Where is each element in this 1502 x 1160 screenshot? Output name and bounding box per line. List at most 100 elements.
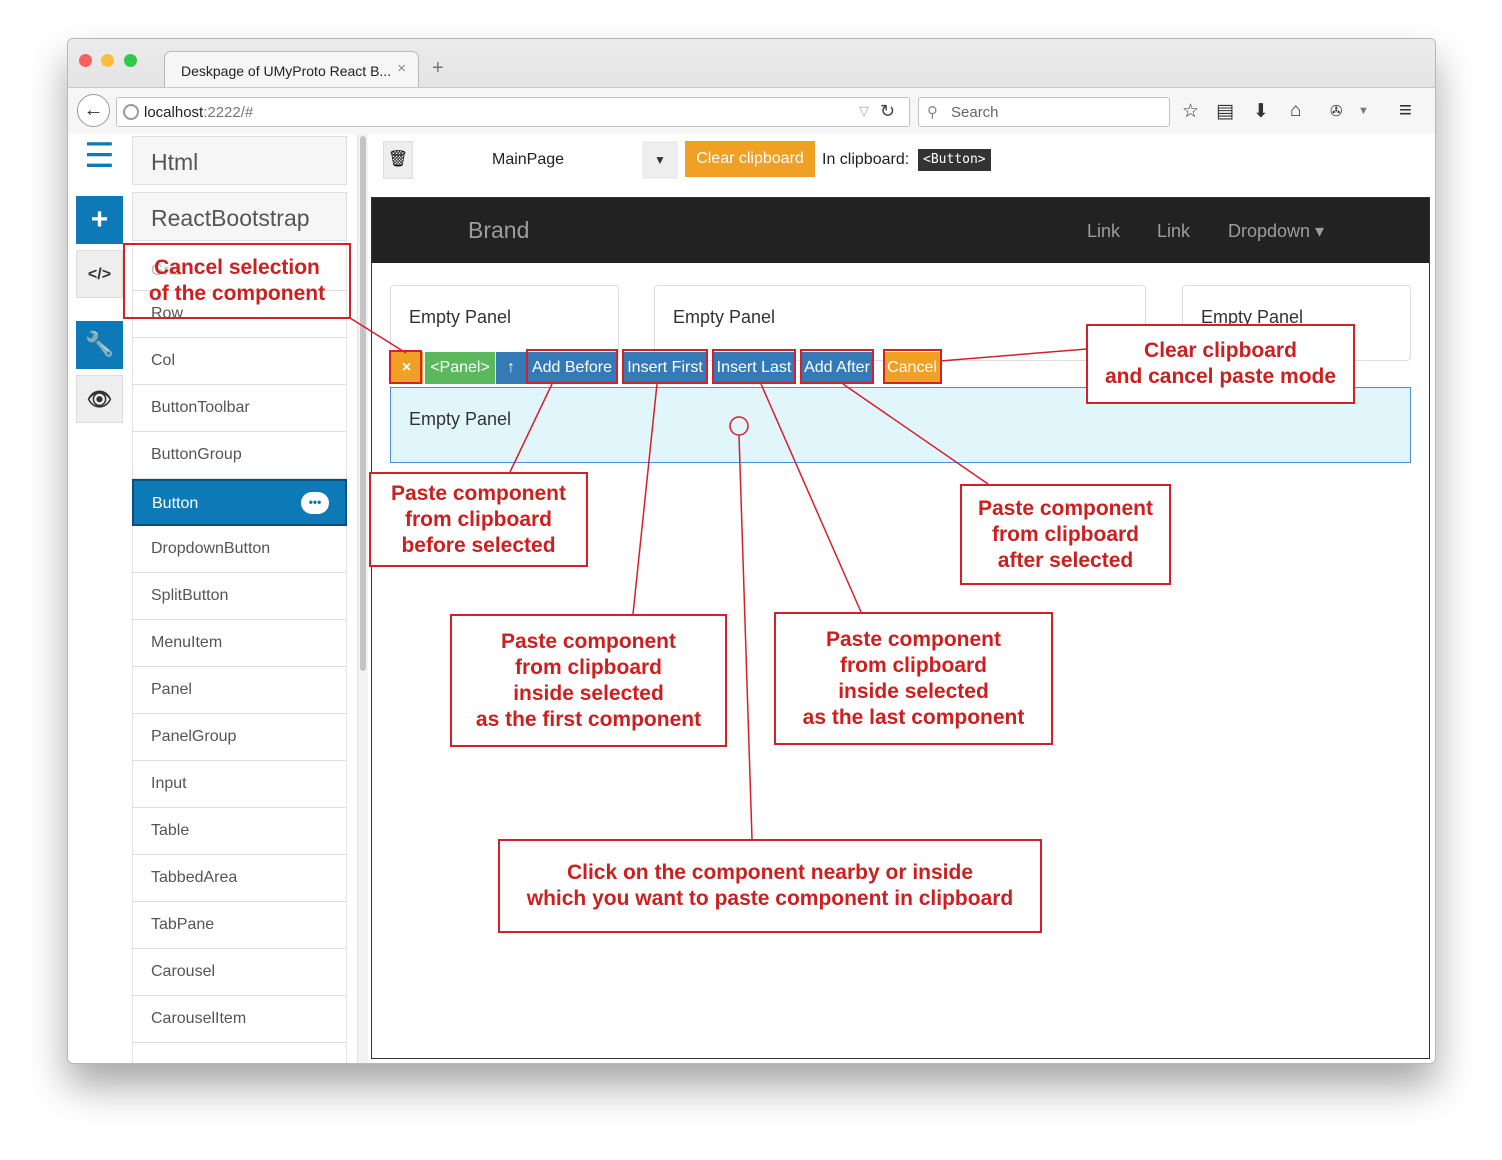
browser-tab[interactable]: Deskpage of UMyProto React B... × <box>164 51 419 87</box>
panel-title: Empty Panel <box>409 409 512 429</box>
plus-icon: + <box>90 203 109 236</box>
highlight-cancel-selection <box>389 350 422 384</box>
navbar-dropdown[interactable]: Dropdown ▾ <box>1228 221 1324 242</box>
category-reactbootstrap[interactable]: ReactBootstrap <box>132 192 347 241</box>
menu-icon[interactable]: ≡ <box>1399 97 1412 123</box>
callout-line: from clipboard <box>404 507 552 531</box>
new-tab-icon[interactable]: + <box>432 57 444 80</box>
highlight-add-before <box>526 349 618 384</box>
callout-line: as the first component <box>475 707 702 731</box>
callout-line: after selected <box>997 548 1134 572</box>
page-select[interactable]: MainPage ▼ <box>414 141 678 179</box>
category-label: ReactBootstrap <box>151 205 310 231</box>
callout-paste-after: Paste component from clipboard after sel… <box>960 484 1171 585</box>
callout-clear-clipboard: Clear clipboard and cancel paste mode <box>1086 324 1355 404</box>
source-code-button[interactable]: </> <box>76 250 123 298</box>
list-item-buttongroup[interactable]: ButtonGroup <box>132 432 347 479</box>
back-arrow-icon[interactable]: ← <box>77 94 110 127</box>
callout-line: which you want to paste component in cli… <box>526 887 1014 910</box>
list-item-button[interactable]: Button ••• <box>132 479 347 526</box>
callout-line: and cancel paste mode <box>1104 365 1337 388</box>
list-item-label: TabPane <box>151 916 215 933</box>
callout-line: Paste component <box>390 481 567 505</box>
preview-button[interactable]: 👁 <box>76 375 123 423</box>
reading-list-icon[interactable]: ▤ <box>1216 100 1234 123</box>
hamburger-icon: ☰ <box>84 137 115 175</box>
category-html[interactable]: Html <box>132 136 347 185</box>
eye-icon: 👁 <box>86 389 113 411</box>
list-item-tabbedarea[interactable]: TabbedArea <box>132 855 347 902</box>
list-item-label: SplitButton <box>151 587 229 604</box>
list-item-label: ButtonGroup <box>151 446 242 463</box>
callout-cancel-selection: Cancel selection of the component <box>123 243 351 319</box>
search-input[interactable]: ⚲ Search <box>918 97 1170 127</box>
url-field[interactable]: localhost:2222/# ▽ ↻ <box>116 97 910 127</box>
close-window-button[interactable] <box>79 54 92 67</box>
home-icon[interactable]: ⌂ <box>1290 100 1301 122</box>
list-item-label: PanelGroup <box>151 728 237 745</box>
globe-icon <box>123 104 139 120</box>
callout-line: inside selected <box>513 681 664 705</box>
search-placeholder: Search <box>951 104 999 121</box>
highlight-add-after <box>800 349 874 384</box>
list-item-input[interactable]: Input <box>132 761 347 808</box>
url-dropdown-icon[interactable]: ▽ <box>859 103 869 119</box>
download-icon[interactable]: ⬇ <box>1253 100 1269 123</box>
url-path: :2222/# <box>203 104 254 121</box>
list-item-carouselitem[interactable]: CarouselItem <box>132 996 347 1043</box>
browser-chrome: Deskpage of UMyProto React B... × + ← lo… <box>68 39 1435 134</box>
callout-line: Clear clipboard <box>1144 339 1297 362</box>
callout-line: Cancel selection <box>154 256 320 279</box>
callout-insert-first: Paste component from clipboard inside se… <box>450 614 727 747</box>
scrollbar-thumb[interactable] <box>360 136 366 671</box>
callout-line: as the last component <box>802 705 1025 729</box>
zoom-window-button[interactable] <box>124 54 137 67</box>
list-item-dropdownbutton[interactable]: DropdownButton <box>132 526 347 573</box>
wrench-icon: 🔧 <box>84 331 115 358</box>
highlight-cancel <box>883 349 942 384</box>
list-item-col[interactable]: Col <box>132 338 347 385</box>
list-item-tabpane[interactable]: TabPane <box>132 902 347 949</box>
list-item-panel[interactable]: Panel <box>132 667 347 714</box>
list-item-label: CarouselItem <box>151 1010 247 1027</box>
sidebar-scrollbar[interactable] <box>357 134 368 1063</box>
extension-icon[interactable]: ✇ <box>1330 102 1343 120</box>
hamburger-menu-button[interactable]: ☰ <box>76 134 123 182</box>
list-item-label: DropdownButton <box>151 540 271 557</box>
callout-click-component: Click on the component nearby or inside … <box>498 839 1042 933</box>
tab-title: Deskpage of UMyProto React B... <box>181 63 392 79</box>
list-item-carousel[interactable]: Carousel <box>132 949 347 996</box>
clipboard-value: <Button> <box>918 149 991 171</box>
callout-line: Click on the component nearby or inside <box>566 861 974 884</box>
reload-icon[interactable]: ↻ <box>880 101 895 122</box>
list-item-panelgroup[interactable]: PanelGroup <box>132 714 347 761</box>
navbar-brand[interactable]: Brand <box>468 217 529 244</box>
caret-down-icon[interactable]: ▼ <box>642 141 678 179</box>
list-item-next[interactable] <box>132 1043 347 1063</box>
add-component-button[interactable]: + <box>76 196 123 244</box>
list-item-table[interactable]: Table <box>132 808 347 855</box>
callout-line: from clipboard <box>514 655 662 679</box>
list-item-menuitem[interactable]: MenuItem <box>132 620 347 667</box>
list-item-label: MenuItem <box>151 634 223 651</box>
tab-close-icon[interactable]: × <box>397 60 406 77</box>
navbar-link-2[interactable]: Link <box>1157 221 1190 242</box>
extension-dropdown-icon[interactable]: ▼ <box>1358 105 1369 117</box>
list-item-splitbutton[interactable]: SplitButton <box>132 573 347 620</box>
callout-line: Paste component <box>977 496 1154 520</box>
select-parent-icon[interactable]: ↑ <box>496 352 526 384</box>
code-icon: </> <box>87 266 112 283</box>
minimize-window-button[interactable] <box>101 54 114 67</box>
bookmark-star-icon[interactable]: ☆ <box>1182 100 1199 123</box>
navbar-link-1[interactable]: Link <box>1087 221 1120 242</box>
delete-page-button[interactable]: 🗑 <box>383 141 413 179</box>
list-item-buttontoolbar[interactable]: ButtonToolbar <box>132 385 347 432</box>
panel-title: Empty Panel <box>673 307 776 327</box>
panel-title: Empty Panel <box>409 307 512 327</box>
properties-button[interactable]: 🔧 <box>76 321 123 369</box>
list-item-label: Button <box>152 495 199 512</box>
page-select-value: MainPage <box>492 151 565 168</box>
clear-clipboard-button[interactable]: Clear clipboard <box>685 141 815 177</box>
more-options-icon[interactable]: ••• <box>301 492 329 514</box>
navbar[interactable]: Brand Link Link Dropdown ▾ <box>372 198 1429 263</box>
